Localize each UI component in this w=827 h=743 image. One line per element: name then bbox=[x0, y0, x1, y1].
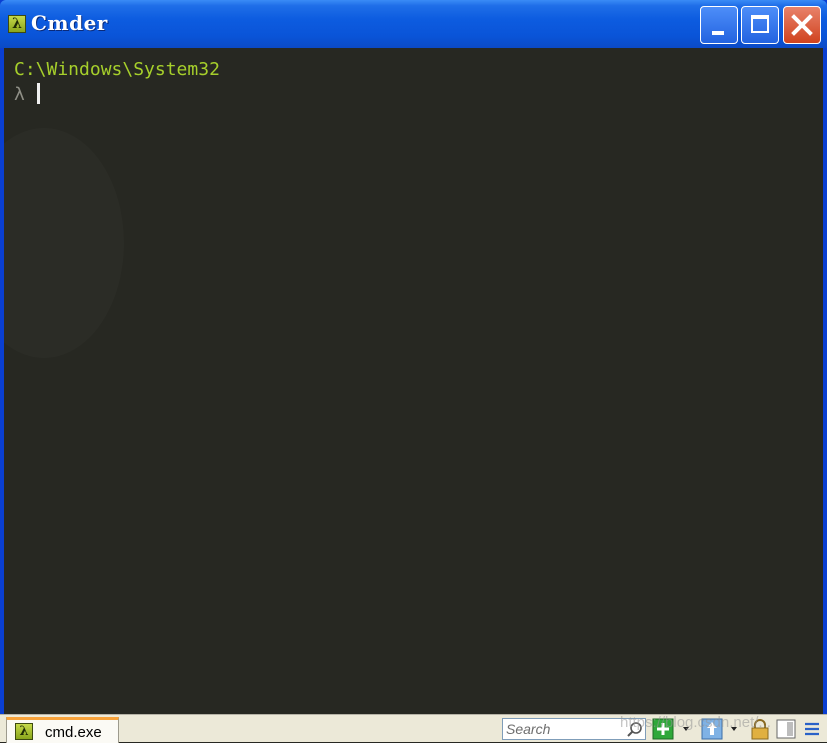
watermark-text: https://blog.csdn.net/... bbox=[620, 714, 771, 731]
panes-icon[interactable] bbox=[775, 718, 797, 740]
search-input[interactable] bbox=[506, 720, 622, 738]
tab-lambda-icon: λ bbox=[15, 723, 33, 740]
maximize-button[interactable] bbox=[741, 6, 779, 44]
terminal-area[interactable]: C:\Windows\System32 λ bbox=[4, 48, 823, 714]
menu-icon[interactable] bbox=[801, 718, 823, 740]
window-title: Cmder bbox=[31, 11, 108, 35]
maximize-icon bbox=[751, 15, 769, 33]
minimize-button[interactable] bbox=[700, 6, 738, 44]
cmder-window: λ Cmder C:\Windows\System32 λ λ cmd.exe bbox=[0, 0, 827, 743]
background-ghost-shape bbox=[4, 128, 124, 358]
close-button[interactable] bbox=[783, 6, 821, 44]
prompt-symbol: λ bbox=[14, 84, 25, 105]
current-directory-text: C:\Windows\System32 bbox=[14, 59, 220, 80]
title-bar[interactable]: λ Cmder bbox=[0, 0, 827, 48]
app-lambda-icon[interactable]: λ bbox=[8, 15, 26, 33]
text-cursor bbox=[37, 83, 40, 104]
close-icon bbox=[791, 14, 813, 36]
tab-label: cmd.exe bbox=[45, 724, 102, 741]
minimize-icon bbox=[712, 31, 724, 35]
tab-cmd-exe[interactable]: λ cmd.exe bbox=[6, 717, 119, 743]
